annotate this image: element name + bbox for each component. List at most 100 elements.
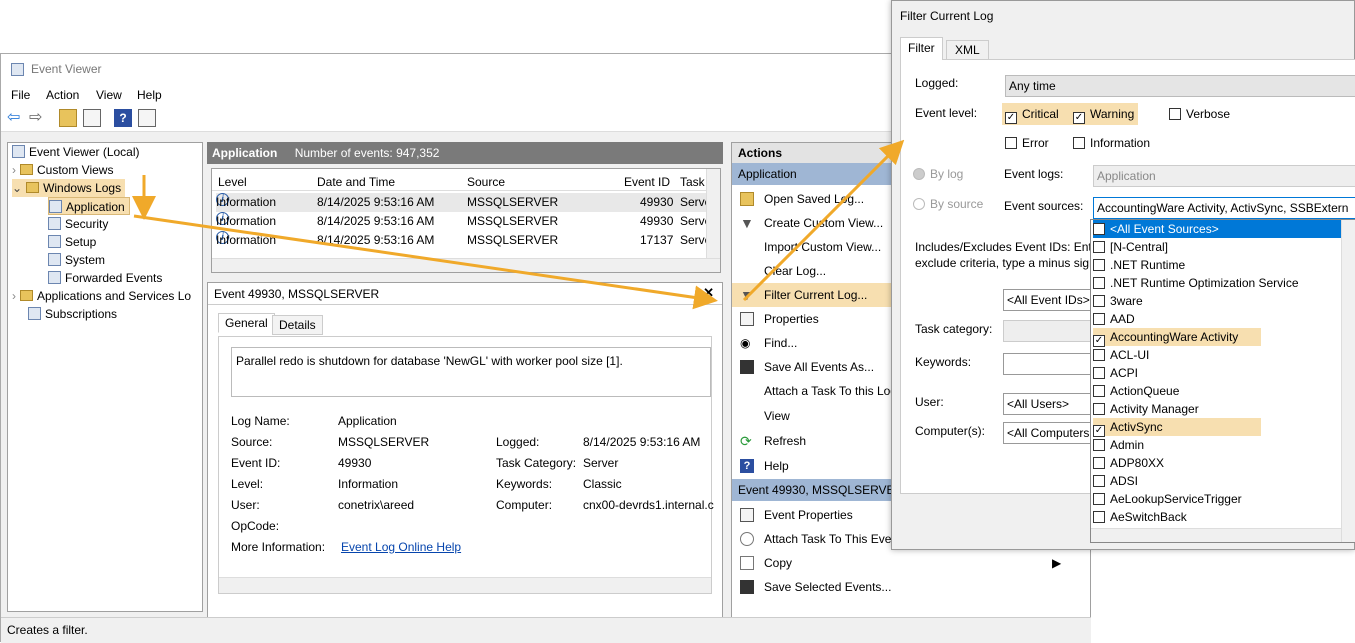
tree-apps-services[interactable]: › Applications and Services Lo: [12, 287, 191, 305]
tab-details[interactable]: Details: [272, 315, 323, 335]
menu-view[interactable]: View: [96, 88, 122, 102]
event-source-option[interactable]: Admin: [1093, 436, 1341, 454]
event-source-option[interactable]: ActionQueue: [1093, 382, 1341, 400]
checkbox[interactable]: [1093, 475, 1105, 487]
event-source-option[interactable]: Activity Manager: [1093, 400, 1341, 418]
show-hide-action-pane-icon[interactable]: [138, 109, 156, 127]
information-checkbox[interactable]: Information: [1073, 136, 1150, 150]
event-source-option[interactable]: ✓ AccountingWare Activity: [1093, 328, 1261, 347]
tree-log-security[interactable]: Security: [48, 215, 108, 233]
event-source-option[interactable]: AAD: [1093, 310, 1341, 328]
event-source-option[interactable]: .NET Runtime Optimization Service: [1093, 274, 1341, 292]
table-row[interactable]: i Information 8/14/2025 9:53:16 AM MSSQLS…: [216, 231, 711, 250]
verbose-checkbox[interactable]: Verbose: [1169, 107, 1230, 121]
checkbox[interactable]: [1093, 403, 1105, 415]
tree-custom-views[interactable]: › Custom Views: [12, 161, 113, 179]
computers-label: Computer(s):: [915, 424, 986, 438]
checkbox[interactable]: [1093, 385, 1105, 397]
chevron-right-icon[interactable]: ›: [12, 289, 16, 303]
forward-arrow-icon[interactable]: ⇨: [29, 109, 47, 127]
checkbox[interactable]: [1093, 511, 1105, 523]
event-list-vertical-scrollbar[interactable]: [706, 169, 720, 258]
event-source-option[interactable]: ADP80XX: [1093, 454, 1341, 472]
tree-subscriptions[interactable]: Subscriptions: [28, 305, 117, 323]
grid-header: Level Date and Time Source Event ID Task: [212, 169, 706, 191]
menu-action[interactable]: Action: [46, 88, 79, 102]
checkbox[interactable]: [1093, 367, 1105, 379]
event-logs-select[interactable]: Application: [1093, 165, 1355, 187]
detail-tabs: General Details: [218, 313, 708, 337]
chevron-right-icon[interactable]: ›: [12, 163, 16, 177]
event-source-option[interactable]: [N-Central]: [1093, 238, 1341, 256]
keywords-label: Keywords:: [915, 355, 972, 369]
dropdown-horizontal-scrollbar[interactable]: [1091, 528, 1341, 542]
tree-log-application[interactable]: Application: [48, 197, 130, 215]
col-date[interactable]: Date and Time: [317, 175, 395, 189]
event-sources-label: Event sources:: [1004, 199, 1084, 213]
col-event-id[interactable]: Event ID: [624, 175, 670, 189]
tab-filter[interactable]: Filter: [900, 37, 943, 60]
tree-root[interactable]: Event Viewer (Local): [12, 143, 140, 161]
checkbox[interactable]: [1093, 259, 1105, 271]
col-level[interactable]: Level: [218, 175, 247, 189]
checkbox[interactable]: [1093, 349, 1105, 361]
tab-xml[interactable]: XML: [946, 40, 989, 60]
critical-checkbox[interactable]: ✓ Critical: [1005, 107, 1059, 124]
action-copy[interactable]: Copy ▶: [732, 551, 1092, 575]
action-save-selected-events[interactable]: Save Selected Events...: [732, 575, 1092, 599]
back-arrow-icon[interactable]: ⇦: [7, 109, 25, 127]
event-source-option[interactable]: .NET Runtime: [1093, 256, 1341, 274]
event-list-horizontal-scrollbar[interactable]: [212, 258, 720, 272]
event-source-option[interactable]: 3ware: [1093, 292, 1341, 310]
checkbox[interactable]: [1093, 457, 1105, 469]
warning-checkbox[interactable]: ✓ Warning: [1073, 107, 1134, 124]
folder-up-icon[interactable]: [59, 109, 77, 127]
event-log-online-help-link[interactable]: Event Log Online Help: [341, 540, 461, 554]
table-row[interactable]: i Information 8/14/2025 9:53:16 AM MSSQLS…: [216, 193, 711, 212]
tree-log-system[interactable]: System: [48, 251, 105, 269]
event-source-option[interactable]: AeLookupServiceTrigger: [1093, 490, 1341, 508]
copy-icon: [740, 556, 754, 570]
help-icon[interactable]: ?: [114, 109, 132, 127]
user-input[interactable]: <All Users>: [1003, 393, 1093, 415]
checkbox[interactable]: [1093, 241, 1105, 253]
table-row[interactable]: i Information 8/14/2025 9:53:16 AM MSSQLS…: [216, 212, 711, 231]
event-ids-input[interactable]: <All Event IDs>: [1003, 289, 1093, 311]
checkbox[interactable]: [1093, 439, 1105, 451]
by-log-radio[interactable]: By log: [913, 167, 963, 181]
menu-file[interactable]: File: [11, 88, 30, 102]
logged-select[interactable]: Any time: [1005, 75, 1355, 97]
tree-windows-logs[interactable]: ⌄ Windows Logs: [12, 179, 126, 197]
status-text: Creates a filter.: [7, 623, 88, 637]
event-source-option[interactable]: AeSwitchBack: [1093, 508, 1341, 526]
checkbox[interactable]: [1093, 223, 1105, 235]
show-hide-tree-icon[interactable]: [83, 109, 101, 127]
checkbox[interactable]: [1093, 493, 1105, 505]
dialog-title: Filter Current Log: [900, 9, 994, 23]
task-category-select[interactable]: [1003, 320, 1093, 342]
logged-label: Logged:: [915, 76, 959, 90]
checkbox[interactable]: [1093, 277, 1105, 289]
detail-horizontal-scrollbar[interactable]: [219, 577, 711, 593]
event-source-option[interactable]: ADSI: [1093, 472, 1341, 490]
event-source-option[interactable]: ACPI: [1093, 364, 1341, 382]
computers-input[interactable]: <All Computers: [1003, 422, 1093, 444]
event-source-option[interactable]: ✓ ActivSync: [1093, 418, 1261, 437]
chevron-down-icon[interactable]: ⌄: [12, 181, 22, 195]
error-checkbox[interactable]: Error: [1005, 136, 1049, 150]
checkbox[interactable]: [1093, 295, 1105, 307]
by-source-radio[interactable]: By source: [913, 197, 983, 211]
dropdown-vertical-scrollbar[interactable]: [1341, 220, 1355, 542]
col-source[interactable]: Source: [467, 175, 505, 189]
event-sources-select[interactable]: AccountingWare Activity, ActivSync, SSBE…: [1093, 197, 1355, 219]
keywords-select[interactable]: [1003, 353, 1093, 375]
checkbox[interactable]: [1093, 313, 1105, 325]
event-source-option[interactable]: ACL-UI: [1093, 346, 1341, 364]
tree-log-setup[interactable]: Setup: [48, 233, 96, 251]
col-task[interactable]: Task: [680, 175, 705, 189]
close-icon[interactable]: ✕: [703, 285, 714, 301]
menu-help[interactable]: Help: [137, 88, 162, 102]
tab-general[interactable]: General: [218, 313, 275, 333]
tree-log-forwarded-events[interactable]: Forwarded Events: [48, 269, 162, 287]
event-source-option[interactable]: <All Event Sources>: [1093, 220, 1341, 238]
